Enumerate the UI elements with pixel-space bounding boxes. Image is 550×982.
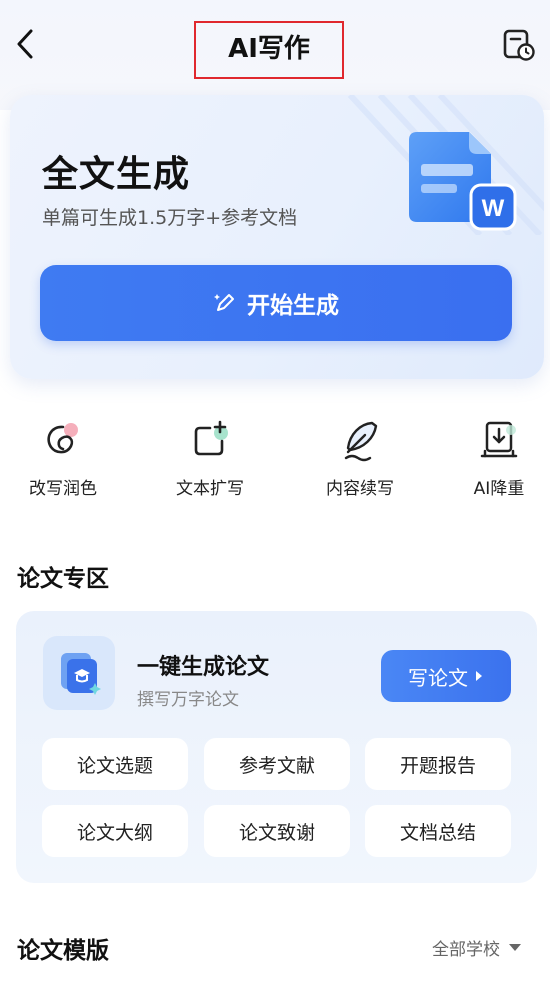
history-button[interactable] (502, 28, 536, 62)
write-paper-label: 写论文 (408, 665, 468, 690)
paper-card: 一键生成论文 撰写万字论文 写论文 论文选题 参考文献 开题报告 论文大纲 论文… (16, 611, 537, 883)
hero-title: 全文生成 (42, 154, 191, 195)
tool-rewrite[interactable]: 改写润色 (3, 418, 123, 508)
document-history-icon (503, 29, 535, 61)
caret-down-icon (509, 944, 521, 951)
expand-icon (194, 420, 228, 456)
paper-app-icon (43, 636, 115, 710)
tool-ai-reduce[interactable]: AI降重 (439, 418, 550, 508)
start-button-label: 开始生成 (247, 293, 339, 319)
tool-label: 改写润色 (29, 479, 97, 499)
tool-label: 内容续写 (326, 479, 394, 499)
write-paper-button[interactable]: 写论文 (381, 650, 511, 702)
chip-proposal[interactable]: 开题报告 (365, 738, 511, 790)
paper-card-subtitle: 撰写万字论文 (137, 690, 239, 710)
chip-summary[interactable]: 文档总结 (365, 805, 511, 857)
page-title: AI写作 (228, 33, 310, 64)
header: AI写作 (0, 0, 550, 92)
pen-sparkle-icon (214, 294, 234, 311)
quill-icon (344, 421, 378, 462)
graduation-cap-doc-icon (61, 653, 101, 695)
tool-expand[interactable]: 文本扩写 (150, 418, 270, 508)
download-doc-icon (480, 421, 518, 458)
chip-references[interactable]: 参考文献 (204, 738, 350, 790)
doc-badge-letter: W (482, 195, 505, 222)
chip-acknowledgement[interactable]: 论文致谢 (204, 805, 350, 857)
chip-topic[interactable]: 论文选题 (42, 738, 188, 790)
back-button[interactable] (10, 24, 40, 64)
full-text-generation-card: 全文生成 单篇可生成1.5万字+参考文档 W 开始生成 (10, 95, 544, 379)
caret-right-icon (476, 671, 482, 681)
start-generate-button[interactable]: 开始生成 (40, 265, 512, 341)
template-section-title: 论文模版 (17, 938, 109, 964)
word-document-icon: W (403, 130, 518, 235)
tool-continue[interactable]: 内容续写 (300, 418, 420, 508)
filter-label: 全部学校 (432, 939, 500, 960)
tools-row: 改写润色 文本扩写 内容续写 AI降重 (0, 418, 550, 508)
chip-outline[interactable]: 论文大纲 (42, 805, 188, 857)
rewrite-icon (47, 423, 78, 454)
school-filter-dropdown[interactable]: 全部学校 (432, 933, 522, 961)
title-highlight-box: AI写作 (194, 21, 344, 79)
paper-card-title: 一键生成论文 (137, 655, 270, 680)
hero-subtitle: 单篇可生成1.5万字+参考文档 (42, 207, 298, 229)
tool-label: 文本扩写 (176, 479, 244, 499)
paper-section-title: 论文专区 (17, 566, 109, 592)
chevron-left-icon (17, 29, 33, 59)
tool-label: AI降重 (473, 479, 525, 499)
